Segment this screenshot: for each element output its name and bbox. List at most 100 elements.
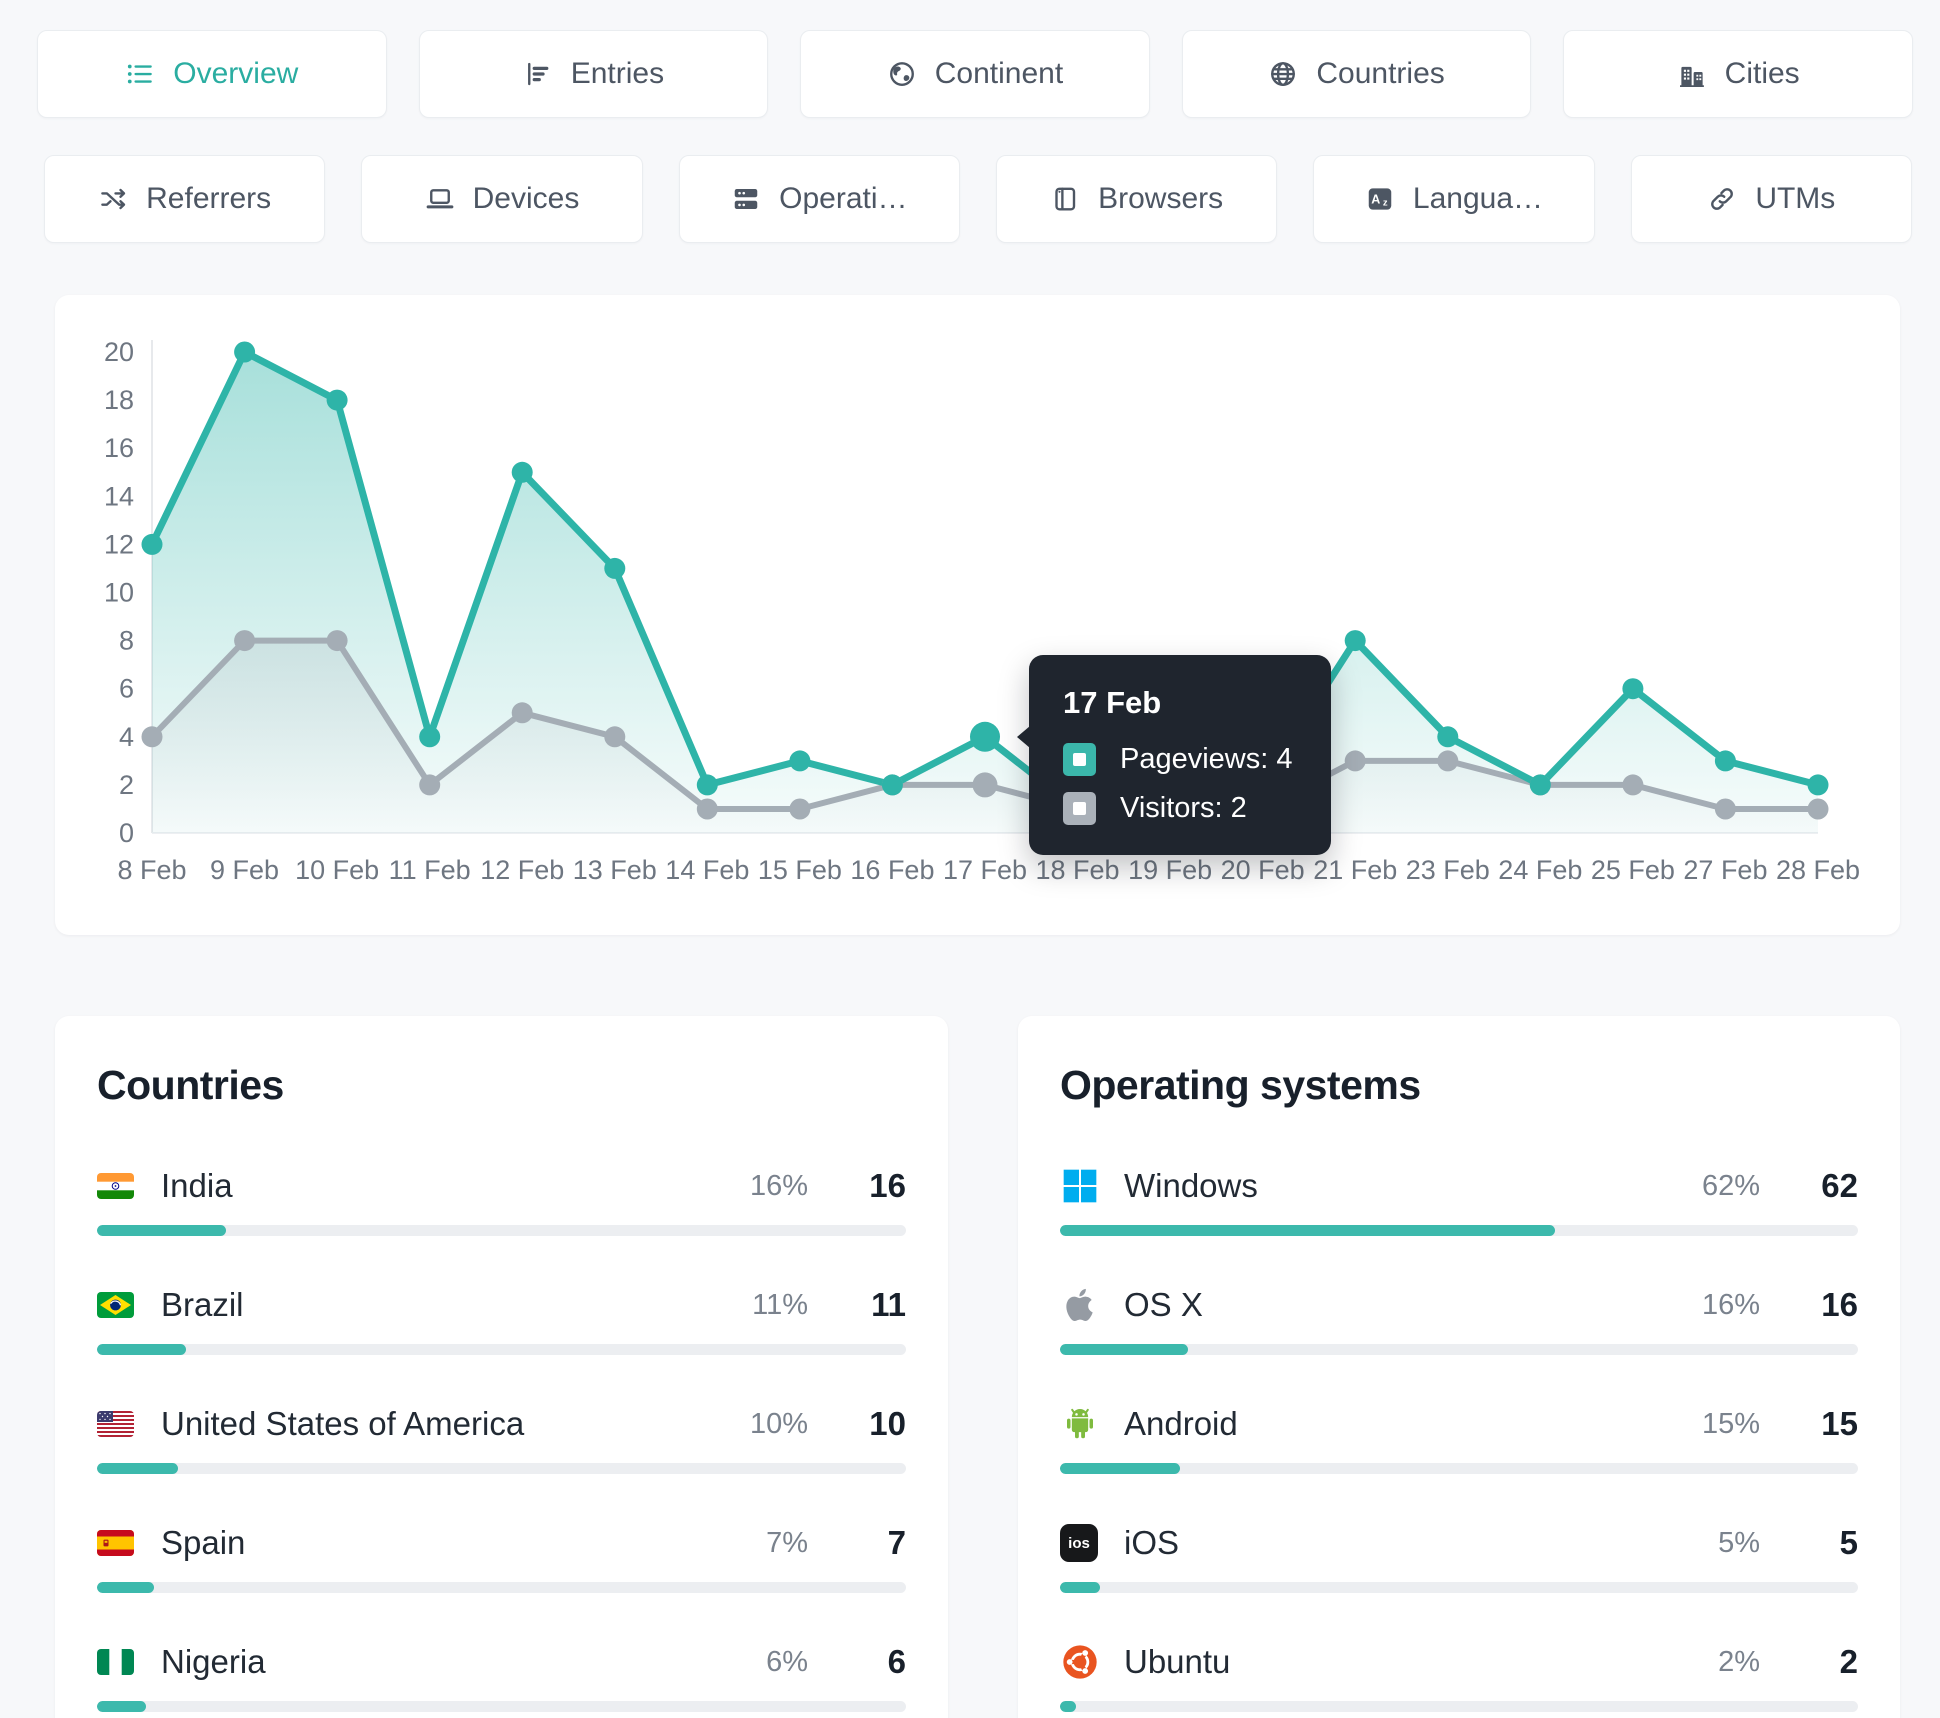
visitors-swatch-icon	[1063, 791, 1096, 825]
svg-text:21 Feb: 21 Feb	[1313, 855, 1397, 885]
tab-label: Devices	[472, 182, 580, 215]
item-count: 11	[871, 1286, 906, 1323]
pageviews-point[interactable]	[789, 750, 811, 772]
tab-label: Cities	[1724, 57, 1800, 90]
tab-referrers[interactable]: Referrers	[44, 155, 326, 243]
list-row: Ubuntu 2% 2	[1060, 1639, 1858, 1685]
pageviews-point[interactable]	[1344, 630, 1366, 652]
globe-icon	[1268, 59, 1298, 89]
tooltip-metric: Pageviews: 4	[1120, 742, 1293, 775]
list-row: Spain 7% 7	[97, 1520, 906, 1566]
list-row: India 16% 16	[97, 1163, 906, 1209]
list-item-nigeria: Nigeria 6% 6	[97, 1639, 906, 1712]
progress-track	[1060, 1344, 1858, 1355]
tabs-row-primary: Overview Entries Continent Countries Cities	[37, 30, 1913, 118]
item-percent: 62%	[1701, 1169, 1760, 1202]
item-name: India	[161, 1167, 233, 1204]
visitors-point[interactable]	[234, 630, 256, 652]
visitors-point[interactable]	[972, 772, 998, 798]
item-percent: 11%	[752, 1288, 808, 1321]
visitors-point[interactable]	[419, 774, 441, 796]
svg-text:A: A	[1371, 192, 1380, 206]
pageviews-point[interactable]	[1437, 726, 1459, 748]
tab-countries[interactable]: Countries	[1181, 30, 1532, 118]
pageviews-point[interactable]	[1529, 774, 1551, 796]
visitors-point[interactable]	[789, 798, 811, 820]
pageviews-point[interactable]	[141, 533, 163, 555]
pageviews-point[interactable]	[1622, 678, 1644, 700]
pageviews-point[interactable]	[326, 389, 348, 411]
visitors-point[interactable]	[511, 702, 533, 724]
traffic-line-chart: 0 2 4 6 8 10 12 14 16 18 20 8 Feb 9 Feb 10 Feb 11 Feb 1…	[104, 337, 1860, 885]
pageviews-point[interactable]	[1807, 774, 1829, 796]
progress-fill	[1060, 1344, 1188, 1355]
item-count: 5	[1839, 1524, 1858, 1561]
tab-utms[interactable]: UTMs	[1630, 155, 1912, 243]
visitors-point[interactable]	[326, 630, 348, 652]
svg-text:16 Feb: 16 Feb	[850, 855, 934, 885]
pageviews-point[interactable]	[419, 726, 441, 748]
tooltip-date: 17 Feb	[1063, 684, 1162, 720]
tab-browsers[interactable]: Browsers	[995, 155, 1278, 243]
progress-track	[1060, 1463, 1858, 1474]
svg-text:28 Feb: 28 Feb	[1776, 855, 1860, 885]
item-percent: 10%	[749, 1407, 808, 1440]
list-icon	[125, 59, 155, 89]
list-item-brazil: Brazil 11% 11	[97, 1282, 906, 1355]
pageviews-point[interactable]	[511, 461, 533, 483]
progress-fill	[1060, 1701, 1076, 1712]
list-row: ios iOS 5% 5	[1060, 1520, 1858, 1566]
svg-text:24 Feb: 24 Feb	[1498, 855, 1582, 885]
tab-label: Operati…	[779, 182, 908, 215]
visitors-point[interactable]	[1714, 798, 1736, 820]
tabs-row-secondary: Referrers Devices Operati… Browsers Az Langua…	[44, 155, 1912, 243]
list-item-spain: Spain 7% 7	[97, 1520, 906, 1593]
visitors-point[interactable]	[696, 798, 718, 820]
pageviews-point[interactable]	[604, 557, 626, 579]
svg-text:10 Feb: 10 Feb	[295, 855, 379, 885]
svg-text:15 Feb: 15 Feb	[758, 855, 842, 885]
item-name: Nigeria	[161, 1643, 266, 1680]
list-item-windows: Windows 62% 62	[1060, 1163, 1858, 1236]
visitors-point[interactable]	[1622, 774, 1644, 796]
progress-track	[97, 1225, 906, 1236]
visitors-point[interactable]	[141, 726, 163, 748]
tab-entries[interactable]: Entries	[418, 30, 769, 118]
pageviews-point[interactable]	[234, 341, 256, 363]
pageviews-point[interactable]	[970, 721, 1000, 752]
svg-text:4: 4	[119, 722, 134, 752]
flag-india-icon	[97, 1173, 161, 1199]
svg-text:8 Feb: 8 Feb	[117, 855, 186, 885]
tab-label: Browsers	[1098, 182, 1224, 215]
shuffle-icon	[98, 184, 128, 214]
tab-operati[interactable]: Operati…	[678, 155, 960, 243]
item-name: Android	[1124, 1405, 1238, 1442]
svg-text:0: 0	[119, 818, 134, 848]
flag-brazil-icon	[97, 1292, 161, 1318]
list-row: Brazil 11% 11	[97, 1282, 906, 1328]
item-count: 7	[887, 1524, 906, 1561]
svg-text:16: 16	[104, 433, 134, 463]
item-count: 16	[869, 1167, 906, 1204]
tab-overview[interactable]: Overview	[37, 30, 387, 118]
svg-text:18 Feb: 18 Feb	[1036, 855, 1120, 885]
visitors-point[interactable]	[604, 726, 626, 748]
pageviews-point[interactable]	[1714, 750, 1736, 772]
visitors-point[interactable]	[1437, 750, 1459, 772]
item-name: Ubuntu	[1124, 1643, 1231, 1680]
item-count: 16	[1821, 1286, 1858, 1323]
list-item-os-x: OS X 16% 16	[1060, 1282, 1858, 1355]
tab-cities[interactable]: Cities	[1563, 30, 1913, 118]
pageviews-point[interactable]	[696, 774, 718, 796]
svg-text:20: 20	[104, 337, 134, 367]
ios-icon: ios	[1060, 1524, 1124, 1562]
countries-list: India 16% 16 Brazil 11% 11 United States of Am…	[97, 1163, 906, 1712]
visitors-point[interactable]	[1807, 798, 1829, 820]
pageviews-point[interactable]	[881, 774, 903, 796]
operating-systems-title: Operating systems	[1060, 1062, 1421, 1108]
tab-continent[interactable]: Continent	[800, 30, 1150, 118]
progress-fill	[97, 1225, 227, 1236]
tab-devices[interactable]: Devices	[361, 155, 643, 243]
tab-langua[interactable]: Az Langua…	[1313, 155, 1595, 243]
visitors-point[interactable]	[1344, 750, 1366, 772]
